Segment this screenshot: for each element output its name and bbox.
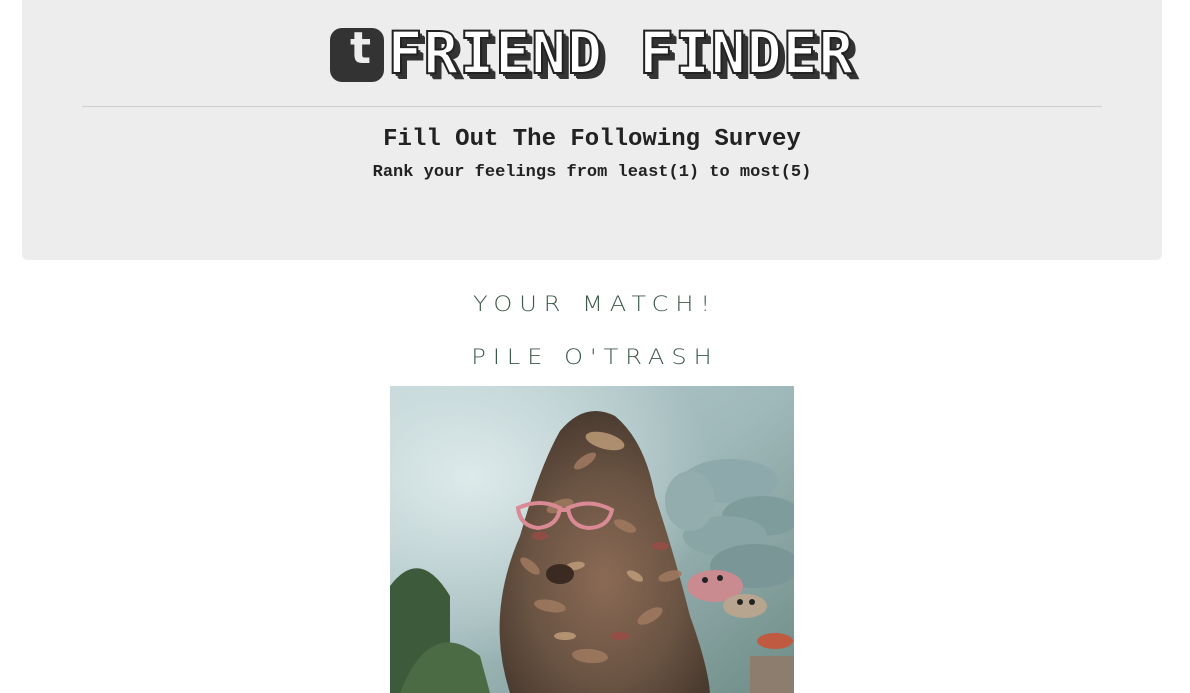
logo-glyph: t: [349, 23, 372, 74]
header-divider: [82, 106, 1102, 107]
survey-title: Fill Out The Following Survey: [383, 126, 801, 153]
match-photo: [390, 386, 794, 693]
header-jumbotron: t FRIEND FINDER Fill Out The Following S…: [22, 0, 1162, 260]
survey-instructions: Rank your feelings from least(1) to most…: [372, 163, 812, 182]
site-logo[interactable]: t FRIEND FINDER: [22, 22, 1162, 84]
match-heading: YOUR MATCH!: [472, 291, 718, 317]
match-name: PILE O'TRASH: [471, 344, 719, 370]
site-title: FRIEND FINDER: [387, 19, 855, 87]
tumblr-t-icon: t: [329, 23, 384, 82]
